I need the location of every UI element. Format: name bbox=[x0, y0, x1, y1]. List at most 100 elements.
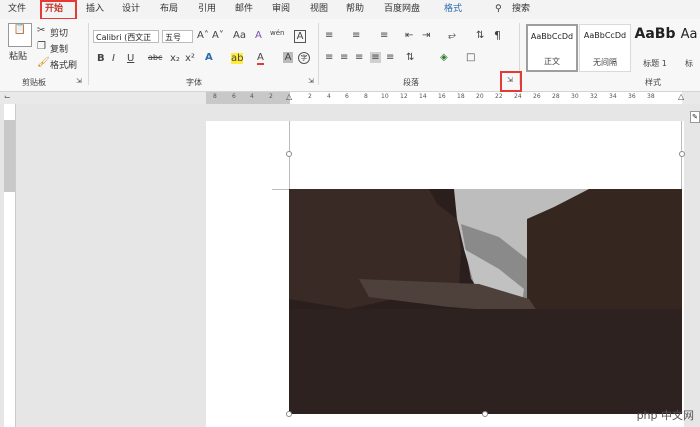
decrease-indent-icon[interactable]: ⇤ bbox=[405, 30, 413, 41]
resize-handle[interactable] bbox=[286, 411, 292, 417]
tab-help[interactable]: 帮助 bbox=[346, 3, 364, 15]
paste-button[interactable]: 粘贴 bbox=[9, 49, 27, 62]
shrink-font-icon[interactable]: A˅ bbox=[212, 30, 224, 41]
ruler-number: 6 bbox=[232, 93, 236, 100]
character-border-icon[interactable]: A bbox=[294, 30, 306, 43]
ruler-number: 16 bbox=[438, 93, 446, 100]
increase-indent-icon[interactable]: ⇥ bbox=[422, 30, 430, 41]
tab-design[interactable]: 设计 bbox=[122, 3, 140, 15]
borders-icon[interactable]: □ bbox=[466, 52, 475, 63]
align-left-icon[interactable]: ≡ bbox=[325, 52, 333, 63]
ruler-number: 12 bbox=[400, 93, 408, 100]
horizontal-ruler[interactable]: ⌙ 8 6 4 2 2 4 6 8 10 12 14 16 18 20 22 2… bbox=[0, 92, 700, 104]
format-painter-button[interactable]: 格式刷 bbox=[50, 58, 77, 71]
show-marks-icon[interactable]: ¶ bbox=[494, 29, 501, 42]
clipboard-launcher-icon[interactable]: ⇲ bbox=[76, 77, 82, 85]
subscript-icon[interactable]: x₂ bbox=[170, 53, 180, 64]
font-color-icon[interactable]: A bbox=[257, 52, 264, 65]
distributed-icon[interactable]: ≡ bbox=[386, 52, 394, 63]
chinese-layout-icon[interactable]: ⥂ bbox=[448, 30, 456, 41]
italic-icon[interactable]: I bbox=[112, 53, 115, 64]
style-no-spacing[interactable]: AaBbCcDd 无间隔 bbox=[579, 24, 631, 72]
layout-options-icon[interactable]: ✎ bbox=[690, 111, 700, 123]
style-name: 无间隔 bbox=[593, 58, 617, 67]
underline-icon[interactable]: U bbox=[127, 53, 134, 64]
phonetic-guide-icon[interactable]: wén bbox=[270, 29, 284, 37]
right-indent-marker-icon[interactable]: △ bbox=[678, 92, 684, 101]
align-right-icon[interactable]: ≡ bbox=[355, 52, 363, 63]
text-effects-icon[interactable]: A bbox=[205, 52, 213, 63]
sort-icon[interactable]: ⇅ bbox=[476, 30, 484, 41]
clipboard-group-label: 剪贴板 bbox=[22, 78, 46, 87]
ruler-number: 10 bbox=[381, 93, 389, 100]
header-area[interactable] bbox=[289, 121, 682, 189]
separator bbox=[318, 23, 319, 85]
tab-selector-icon[interactable]: ⌙ bbox=[4, 92, 11, 101]
ruler-number: 8 bbox=[364, 93, 368, 100]
font-size-select[interactable]: 五号 bbox=[162, 30, 193, 43]
paste-icon[interactable]: 📋 bbox=[8, 23, 32, 47]
strikethrough-icon[interactable]: abc bbox=[148, 53, 162, 62]
ruler-number: 4 bbox=[327, 93, 331, 100]
search-label[interactable]: 搜索 bbox=[512, 3, 530, 15]
ribbon-tab-bar: 文件 开始 插入 设计 布局 引用 邮件 审阅 视图 帮助 百度网盘 格式 ⚲ … bbox=[0, 0, 700, 19]
justify-icon[interactable]: ≡ bbox=[370, 52, 381, 63]
search-icon[interactable]: ⚲ bbox=[495, 3, 502, 15]
change-case-icon[interactable]: Aa bbox=[233, 30, 246, 41]
first-line-indent-marker-icon[interactable]: △ bbox=[286, 92, 292, 101]
ruler-top-margin bbox=[4, 120, 15, 192]
shading-icon[interactable]: ◈ bbox=[440, 52, 448, 63]
style-heading-1[interactable]: AaBb 标题 1 bbox=[632, 24, 678, 72]
font-group-label: 字体 bbox=[186, 78, 202, 87]
superscript-icon[interactable]: x² bbox=[185, 53, 195, 64]
numbering-icon[interactable]: ≡ bbox=[352, 30, 360, 41]
copy-button[interactable]: 复制 bbox=[50, 42, 68, 55]
tab-mailings[interactable]: 邮件 bbox=[235, 3, 253, 15]
resize-handle[interactable] bbox=[679, 151, 685, 157]
style-preview: AaBbCcDd bbox=[583, 31, 627, 40]
style-preview: AaBb bbox=[634, 26, 676, 42]
font-name-select[interactable]: Calibri (西文正 bbox=[93, 30, 159, 43]
grow-font-icon[interactable]: A˄ bbox=[197, 30, 209, 41]
resize-handle[interactable] bbox=[482, 411, 488, 417]
style-preview: Aa bbox=[680, 27, 698, 42]
document-image[interactable] bbox=[289, 189, 682, 414]
tab-insert[interactable]: 插入 bbox=[86, 3, 104, 15]
clear-formatting-icon[interactable]: A bbox=[255, 30, 262, 41]
home-tab-highlight bbox=[40, 0, 77, 20]
tab-review[interactable]: 审阅 bbox=[272, 3, 290, 15]
cut-button[interactable]: 剪切 bbox=[50, 26, 68, 39]
highlight-color-icon[interactable]: ab bbox=[231, 53, 244, 64]
tab-view[interactable]: 视图 bbox=[310, 3, 328, 15]
character-shading-icon[interactable]: A bbox=[283, 52, 293, 63]
style-heading-2[interactable]: Aa 标 bbox=[678, 24, 700, 72]
bullets-icon[interactable]: ≡ bbox=[325, 30, 333, 41]
tab-file[interactable]: 文件 bbox=[8, 3, 26, 15]
multilevel-list-icon[interactable]: ≡ bbox=[380, 30, 388, 41]
ruler-number: 2 bbox=[308, 93, 312, 100]
tab-references[interactable]: 引用 bbox=[198, 3, 216, 15]
tab-format[interactable]: 格式 bbox=[444, 3, 462, 15]
resize-handle[interactable] bbox=[286, 151, 292, 157]
copy-icon: ❐ bbox=[37, 41, 46, 52]
line-spacing-icon[interactable]: ⇅ bbox=[406, 52, 414, 63]
ruler-number: 22 bbox=[495, 93, 503, 100]
paragraph-group-label: 段落 bbox=[403, 78, 419, 87]
ruler-number: 26 bbox=[533, 93, 541, 100]
style-normal[interactable]: AaBbCcDd 正文 bbox=[526, 24, 578, 72]
paragraph-launcher-highlight bbox=[500, 71, 522, 92]
image-canvas bbox=[289, 189, 682, 414]
tab-baidu-netdisk[interactable]: 百度网盘 bbox=[384, 3, 420, 15]
bold-icon[interactable]: B bbox=[97, 53, 105, 64]
enclose-character-icon[interactable]: 字 bbox=[298, 52, 310, 64]
tab-layout[interactable]: 布局 bbox=[160, 3, 178, 15]
ruler-number: 20 bbox=[476, 93, 484, 100]
ruler-left-margin bbox=[206, 92, 290, 104]
format-painter-icon: 🖌 bbox=[37, 57, 50, 68]
ruler-number: 6 bbox=[345, 93, 349, 100]
align-center-icon[interactable]: ≡ bbox=[340, 52, 348, 63]
ruler-number: 2 bbox=[269, 93, 273, 100]
vertical-ruler[interactable] bbox=[4, 104, 16, 427]
style-name: 正文 bbox=[544, 57, 560, 66]
font-launcher-icon[interactable]: ⇲ bbox=[308, 77, 314, 85]
